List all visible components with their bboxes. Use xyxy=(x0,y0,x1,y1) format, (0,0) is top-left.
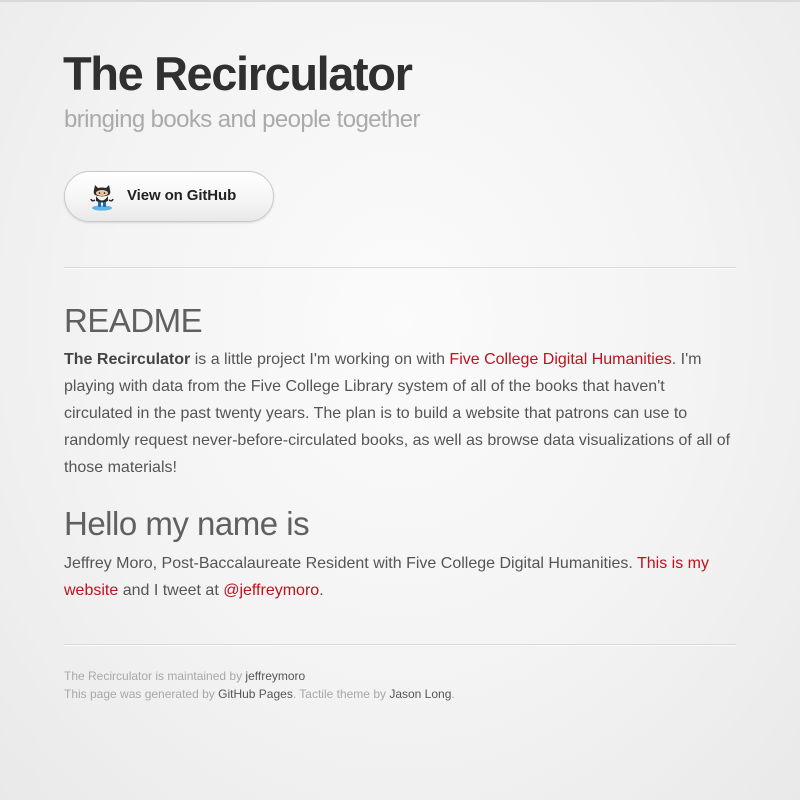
maintainer-link[interactable]: jeffreymoro xyxy=(245,669,305,683)
footer: The Recirculator is maintained by jeffre… xyxy=(64,667,455,703)
twitter-handle-link[interactable]: @jeffreymoro xyxy=(223,582,319,599)
footer-period: . xyxy=(451,687,455,701)
theme-author-link[interactable]: Jason Long xyxy=(389,687,451,701)
readme-paragraph: The Recirculator is a little project I'm… xyxy=(64,346,734,481)
hello-heading: Hello my name is xyxy=(64,505,310,542)
site-tagline: bringing books and people together xyxy=(64,106,420,133)
footer-maintained-text: The Recirculator is maintained by xyxy=(64,669,246,683)
hello-text-3: . xyxy=(319,582,324,599)
readme-strong-title: The Recirculator xyxy=(64,351,191,368)
readme-heading: README xyxy=(64,302,203,339)
header-divider xyxy=(64,267,736,269)
view-on-github-button[interactable]: View on GitHub xyxy=(64,171,274,222)
view-on-github-label: View on GitHub xyxy=(127,187,237,204)
hello-paragraph: Jeffrey Moro, Post-Baccalaureate Residen… xyxy=(64,550,734,604)
footer-line-maintainer: The Recirculator is maintained by jeffre… xyxy=(64,667,455,685)
octocat-icon xyxy=(89,183,115,211)
footer-theme-text: . Tactile theme by xyxy=(292,687,390,701)
footer-line-generated: This page was generated by GitHub Pages.… xyxy=(64,685,455,703)
github-pages-link[interactable]: GitHub Pages xyxy=(218,687,293,701)
hello-text-2: and I tweet at xyxy=(118,582,224,599)
footer-generated-text: This page was generated by xyxy=(64,687,219,701)
site-title: The Recirculator xyxy=(63,47,413,100)
footer-divider xyxy=(64,644,736,646)
page: { "header": { "title": "The Recirculator… xyxy=(0,0,800,800)
hello-text-1: Jeffrey Moro, Post-Baccalaureate Residen… xyxy=(64,555,637,572)
five-college-dh-link[interactable]: Five College Digital Humanities xyxy=(449,351,671,368)
readme-text-2: . I'm playing with data from the Five Co… xyxy=(64,351,731,476)
readme-text-1: is a little project I'm working on with xyxy=(190,351,450,368)
